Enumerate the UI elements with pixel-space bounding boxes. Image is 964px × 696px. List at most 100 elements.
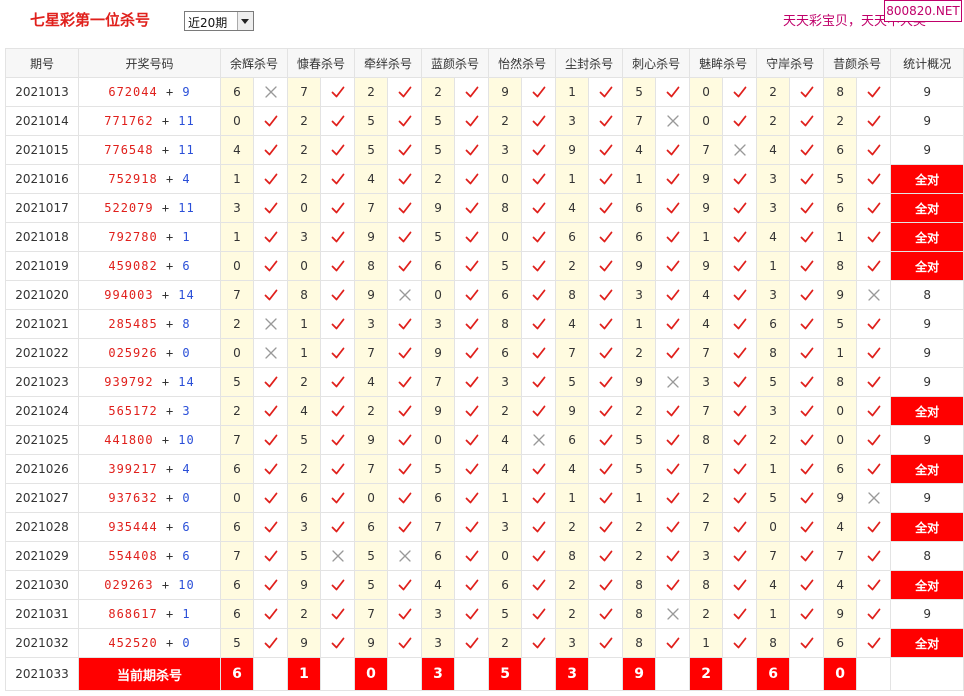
- kill-number-cell: 6: [220, 512, 254, 542]
- check-icon: [800, 318, 814, 330]
- hit-cell: [789, 106, 825, 136]
- issue-cell: 2021021: [5, 309, 79, 339]
- table-row: 2021020 994003 + 14 7 8 9 0 6 8 3 4 3 9 8: [5, 280, 964, 310]
- bonus-number: 14: [178, 288, 195, 302]
- kill-number-cell: 0: [488, 541, 523, 571]
- check-icon: [599, 289, 612, 301]
- kill-number-cell: 4: [555, 454, 590, 484]
- hit-cell: [722, 106, 758, 136]
- kill-number-cell: 3: [488, 135, 523, 165]
- hit-cell: [387, 135, 423, 165]
- col-header-kill: 魅眸杀号: [689, 48, 758, 78]
- check-icon: [398, 376, 411, 388]
- kill-number-cell: 2: [220, 309, 254, 339]
- all-right-badge: 全对: [890, 512, 964, 542]
- hit-cell: [789, 483, 825, 513]
- check-icon: [867, 202, 881, 214]
- check-icon: [599, 231, 612, 243]
- empty-cell: [320, 657, 356, 691]
- main-numbers: 025926: [108, 346, 158, 360]
- check-icon: [800, 347, 814, 359]
- kill-number-cell: 1: [823, 222, 858, 252]
- hit-count-cell: 9: [890, 135, 964, 165]
- check-icon: [733, 579, 747, 591]
- kill-number-cell: 6: [823, 135, 858, 165]
- kill-number-cell: 4: [823, 512, 858, 542]
- period-select[interactable]: 近20期: [184, 11, 254, 31]
- check-icon: [331, 115, 344, 127]
- hit-cell: [588, 599, 624, 629]
- col-header-summary: 统计概况: [890, 48, 964, 78]
- hit-cell: [454, 570, 490, 600]
- bonus-number: 0: [182, 346, 191, 360]
- check-icon: [398, 405, 411, 417]
- check-icon: [532, 86, 545, 98]
- kill-number-cell: 6: [220, 570, 254, 600]
- miss-cell: [856, 483, 892, 513]
- col-header-kill: 怡然杀号: [488, 48, 557, 78]
- kill-number-cell: 3: [220, 193, 254, 223]
- hit-cell: [320, 135, 356, 165]
- kill-number-cell: 8: [622, 570, 657, 600]
- check-icon: [532, 637, 545, 649]
- hit-cell: [856, 106, 892, 136]
- miss-cell: [655, 599, 691, 629]
- hit-cell: [252, 106, 289, 136]
- check-icon: [666, 434, 679, 446]
- check-icon: [398, 260, 411, 272]
- hit-cell: [856, 425, 892, 455]
- check-icon: [599, 579, 612, 591]
- kill-number-cell: 1: [220, 222, 254, 252]
- kill-number-cell: 5: [421, 454, 456, 484]
- current-period-row: 2021033 当前期杀号 6 1 0 3 5 3 9 2 6 0: [5, 657, 964, 691]
- check-icon: [465, 550, 478, 562]
- hit-cell: [856, 309, 892, 339]
- kill-number-cell: 4: [488, 425, 523, 455]
- chevron-down-icon[interactable]: [237, 12, 253, 30]
- draw-code-cell: 565172 + 3: [78, 396, 221, 426]
- empty-cell: [890, 657, 964, 691]
- kill-number-cell: 9: [287, 570, 322, 600]
- check-icon: [331, 86, 344, 98]
- main-numbers: 522079: [104, 201, 154, 215]
- hit-cell: [320, 599, 356, 629]
- check-icon: [800, 405, 814, 417]
- kill-number-cell: 2: [421, 164, 456, 194]
- check-icon: [733, 289, 747, 301]
- hit-cell: [655, 396, 691, 426]
- hit-cell: [856, 541, 892, 571]
- kill-number-cell: 7: [354, 599, 389, 629]
- check-icon: [532, 608, 545, 620]
- hit-cell: [320, 106, 356, 136]
- kill-number-cell: 1: [823, 338, 858, 368]
- check-icon: [532, 144, 545, 156]
- site-badge[interactable]: 800820.NET: [884, 0, 962, 22]
- kill-number-cell: 8: [555, 541, 590, 571]
- check-icon: [666, 202, 679, 214]
- kill-number-cell: 4: [488, 454, 523, 484]
- kill-number-cell: 6: [555, 425, 590, 455]
- check-icon: [599, 521, 612, 533]
- cross-icon: [666, 376, 679, 388]
- kill-number-cell: 1: [555, 483, 590, 513]
- kill-number-cell: 7: [823, 541, 858, 571]
- kill-number-cell: 0: [287, 193, 322, 223]
- hit-count-cell: 9: [890, 106, 964, 136]
- table-row: 2021024 565172 + 3 2 4 2 9 2 9 2 7 3 0 全对: [5, 396, 964, 426]
- issue-cell: 2021022: [5, 338, 79, 368]
- hit-cell: [320, 280, 356, 310]
- hit-cell: [722, 628, 758, 658]
- kill-number-cell: 0: [220, 338, 254, 368]
- hit-cell: [387, 309, 423, 339]
- check-icon: [666, 347, 679, 359]
- check-icon: [800, 608, 814, 620]
- cross-icon: [398, 289, 411, 301]
- kill-number-cell: 2: [555, 599, 590, 629]
- empty-cell: [454, 657, 490, 691]
- check-icon: [264, 376, 277, 388]
- hit-cell: [789, 77, 825, 107]
- main-numbers: 441800: [104, 433, 154, 447]
- table-row: 2021030 029263 + 10 6 9 5 4 6 2 8 8 4 4 全对: [5, 570, 964, 600]
- plus-sign: +: [157, 404, 183, 418]
- hit-cell: [856, 135, 892, 165]
